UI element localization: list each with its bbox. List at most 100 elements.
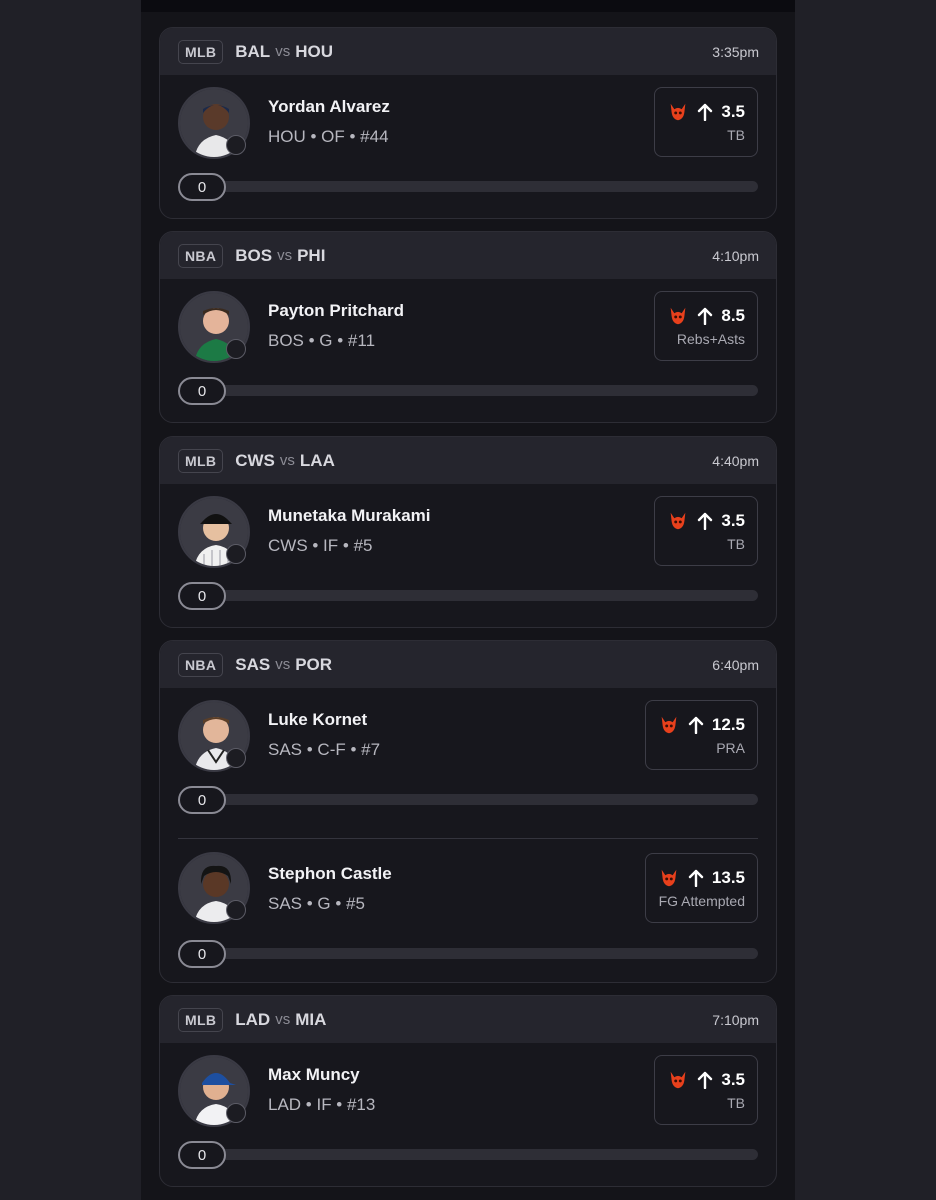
- vs-label: vs: [275, 656, 291, 673]
- top-bar: [141, 0, 795, 12]
- game-time: 3:35pm: [712, 43, 759, 60]
- home-team: CWS: [235, 450, 275, 470]
- player-name: Max Muncy: [268, 1065, 360, 1084]
- progress-bar: 0: [178, 582, 758, 610]
- player-name: Yordan Alvarez: [268, 97, 390, 116]
- arrow-up-icon: [698, 307, 713, 325]
- progress-track: [198, 794, 758, 805]
- prop-line: 3.5: [721, 511, 745, 530]
- prop-line: 12.5: [711, 715, 745, 734]
- home-team: BAL: [235, 41, 271, 61]
- prop-stat: TB: [727, 1095, 745, 1111]
- devil-icon: [671, 1071, 686, 1089]
- prop-box[interactable]: 3.5 TB: [654, 87, 758, 157]
- progress-value: 0: [178, 940, 226, 968]
- prop-line: 3.5: [721, 1070, 745, 1089]
- clock-icon: [226, 748, 246, 768]
- progress-value: 0: [178, 377, 226, 405]
- home-team: BOS: [235, 245, 273, 265]
- prop-box[interactable]: 3.5 TB: [654, 1055, 758, 1125]
- away-team: LAA: [299, 450, 335, 470]
- progress-bar: 0: [178, 1141, 758, 1169]
- progress-bar: 0: [178, 786, 758, 814]
- pick-row[interactable]: Yordan Alvarez HOU • OF • #44 3.5 TB 0: [160, 75, 776, 218]
- progress-value: 0: [178, 582, 226, 610]
- player-meta: CWS • IF • #5: [268, 536, 373, 555]
- home-team: SAS: [235, 654, 271, 674]
- game-time: 6:40pm: [712, 656, 759, 673]
- league-badge: NBA: [178, 243, 224, 268]
- player-meta: LAD • IF • #13: [268, 1095, 376, 1114]
- prop-stat: Rebs+Asts: [676, 331, 745, 347]
- game-header: MLB BAL vs HOU 3:35pm: [160, 28, 776, 75]
- prop-stat: TB: [727, 127, 745, 143]
- prop-line: 13.5: [711, 868, 745, 887]
- league-badge: MLB: [178, 448, 224, 473]
- prop-stat: TB: [727, 536, 745, 552]
- player-name: Stephon Castle: [268, 864, 392, 883]
- pick-row[interactable]: Stephon Castle SAS • G • #5 13.5 FG Atte…: [160, 838, 776, 982]
- devil-icon: [671, 512, 686, 530]
- prop-box[interactable]: 13.5 FG Attempted: [644, 853, 758, 923]
- progress-track: [198, 1149, 758, 1160]
- league-badge: MLB: [178, 1007, 224, 1032]
- league-badge: MLB: [178, 39, 224, 64]
- league-badge: NBA: [178, 652, 224, 677]
- progress-track: [198, 948, 758, 959]
- game-card: MLB CWS vs LAA 4:40pm Munetaka Murakami …: [159, 436, 777, 628]
- prop-box[interactable]: 12.5 PRA: [644, 700, 758, 770]
- arrow-up-icon: [698, 103, 713, 121]
- game-header: MLB LAD vs MIA 7:10pm: [160, 996, 776, 1043]
- player-name: Munetaka Murakami: [268, 506, 431, 525]
- devil-icon: [661, 716, 677, 734]
- clock-icon: [226, 339, 246, 359]
- away-team: HOU: [295, 41, 333, 61]
- pick-row[interactable]: Payton Pritchard BOS • G • #11 8.5 Rebs+…: [160, 279, 776, 422]
- arrow-up-icon: [688, 716, 704, 734]
- clock-icon: [226, 544, 246, 564]
- pick-row[interactable]: Munetaka Murakami CWS • IF • #5 3.5 TB 0: [160, 484, 776, 627]
- player-meta: BOS • G • #11: [268, 331, 376, 350]
- prop-line: 8.5: [721, 306, 745, 325]
- app-screen: MLB BAL vs HOU 3:35pm Yordan Alvarez HOU…: [141, 0, 795, 1200]
- away-team: MIA: [295, 1009, 327, 1029]
- prop-box[interactable]: 3.5 TB: [654, 496, 758, 566]
- arrow-up-icon: [698, 512, 713, 530]
- player-name: Payton Pritchard: [268, 301, 405, 320]
- vs-label: vs: [279, 452, 295, 469]
- vs-label: vs: [275, 1011, 291, 1028]
- prop-line: 3.5: [721, 102, 745, 121]
- game-card: NBA SAS vs POR 6:40pm Luke Kornet SAS • …: [159, 640, 777, 983]
- progress-track: [198, 181, 758, 192]
- progress-bar: 0: [178, 940, 758, 968]
- progress-bar: 0: [178, 377, 758, 405]
- away-team: POR: [295, 654, 333, 674]
- progress-bar: 0: [178, 173, 758, 201]
- progress-track: [198, 590, 758, 601]
- prop-stat: PRA: [716, 740, 745, 756]
- progress-value: 0: [178, 1141, 226, 1169]
- game-card: MLB LAD vs MIA 7:10pm Max Muncy LAD • IF…: [159, 995, 777, 1187]
- game-time: 7:10pm: [712, 1011, 759, 1028]
- prop-stat: FG Attempted: [658, 893, 745, 909]
- player-name: Luke Kornet: [268, 710, 368, 729]
- arrow-up-icon: [688, 869, 704, 887]
- game-time: 4:40pm: [712, 452, 759, 469]
- vs-label: vs: [277, 247, 293, 264]
- player-meta: SAS • C-F • #7: [268, 740, 381, 759]
- devil-icon: [671, 307, 686, 325]
- clock-icon: [226, 900, 246, 920]
- player-meta: HOU • OF • #44: [268, 127, 389, 146]
- prop-box[interactable]: 8.5 Rebs+Asts: [654, 291, 758, 361]
- progress-value: 0: [178, 173, 226, 201]
- home-team: LAD: [235, 1009, 271, 1029]
- clock-icon: [226, 135, 246, 155]
- progress-value: 0: [178, 786, 226, 814]
- clock-icon: [226, 1103, 246, 1123]
- player-meta: SAS • G • #5: [268, 894, 365, 913]
- pick-row[interactable]: Max Muncy LAD • IF • #13 3.5 TB 0: [160, 1043, 776, 1186]
- vs-label: vs: [275, 43, 291, 60]
- game-header: NBA BOS vs PHI 4:10pm: [160, 232, 776, 279]
- game-header: MLB CWS vs LAA 4:40pm: [160, 437, 776, 484]
- pick-row[interactable]: Luke Kornet SAS • C-F • #7 12.5 PRA 0: [160, 688, 776, 838]
